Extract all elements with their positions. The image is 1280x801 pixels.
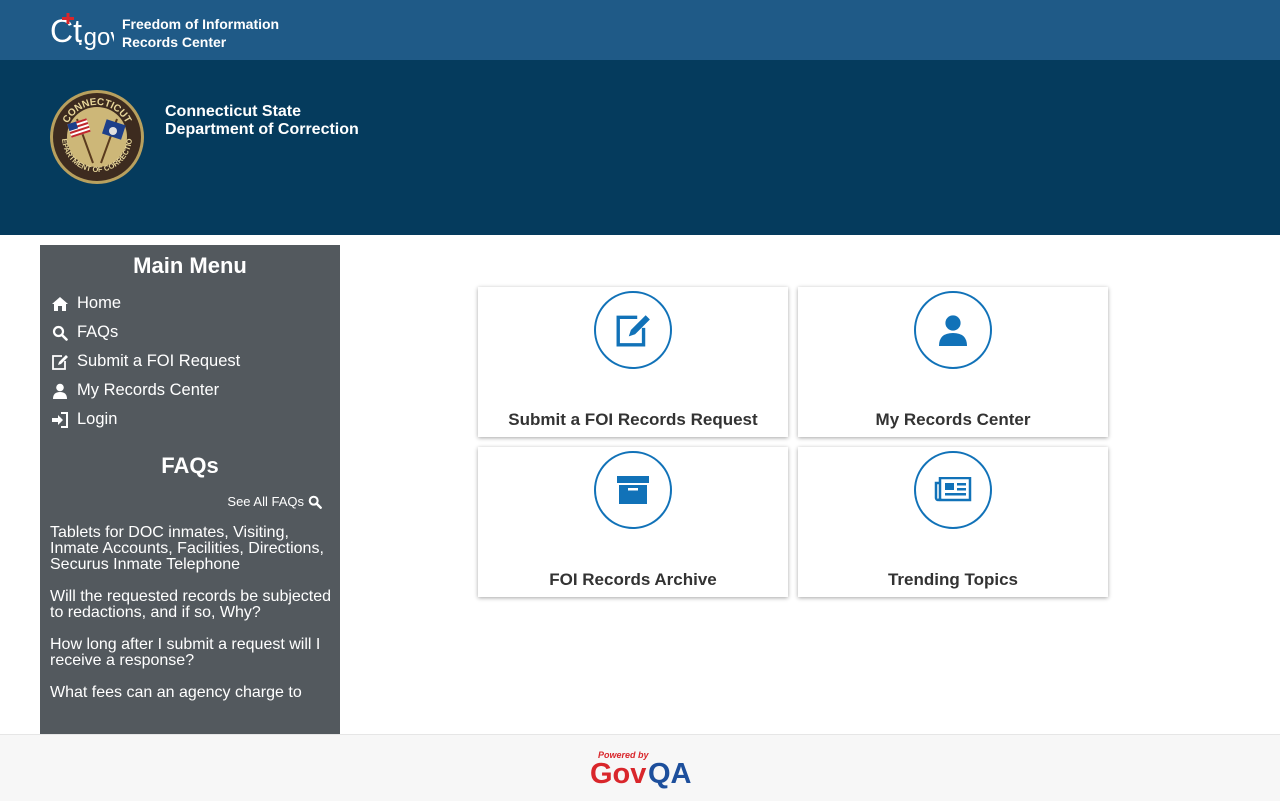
edit-icon: [50, 353, 70, 371]
menu-item-faqs[interactable]: FAQs: [50, 318, 240, 347]
menu-item-label: Login: [77, 410, 118, 428]
footer: Powered by Gov QA: [0, 734, 1280, 801]
main-menu-title: Main Menu: [133, 253, 247, 278]
menu-item-home[interactable]: Home: [50, 289, 240, 318]
user-icon: [50, 382, 70, 400]
faqs-title: FAQs: [161, 453, 219, 478]
user-icon: [914, 291, 992, 369]
search-icon: [50, 324, 70, 342]
menu-item-login[interactable]: Login: [50, 405, 240, 434]
site-title[interactable]: Freedom of Information Records Center: [122, 15, 279, 51]
site-title-line2: Records Center: [122, 34, 227, 50]
menu-item-my-records[interactable]: My Records Center: [50, 376, 240, 405]
svg-text:Gov: Gov: [590, 758, 646, 789]
sidebar: Main Menu Home FAQs Submit a FOI Request…: [40, 245, 340, 735]
search-icon: [308, 495, 322, 509]
faq-item[interactable]: Tablets for DOC inmates, Visiting, Inmat…: [50, 525, 335, 573]
edit-icon: [594, 291, 672, 369]
ct-gov-logo[interactable]: Ct .gov: [48, 12, 114, 52]
agency-name-line2: Department of Correction: [165, 121, 359, 138]
tile-label: Trending Topics: [887, 570, 1019, 589]
faq-item[interactable]: How long after I submit a request will I…: [50, 637, 335, 669]
svg-text:.gov: .gov: [77, 24, 114, 51]
tile-submit-foi-request[interactable]: Submit a FOI Records Request: [478, 287, 788, 437]
top-bar: Ct .gov Freedom of Information Records C…: [0, 0, 1280, 60]
agency-name-line1: Connecticut State: [165, 103, 302, 120]
agency-banner: [0, 60, 1280, 235]
site-title-line1: Freedom of Information: [122, 16, 280, 32]
faq-item[interactable]: Will the requested records be subjected …: [50, 589, 335, 621]
tile-label: My Records Center: [875, 410, 1031, 429]
menu-item-label: My Records Center: [77, 381, 220, 399]
faq-item[interactable]: What fees can an agency charge to: [50, 685, 335, 701]
menu-item-label: FAQs: [77, 323, 119, 341]
menu-item-label: Submit a FOI Request: [77, 352, 241, 370]
tile-foi-records-archive[interactable]: FOI Records Archive: [478, 447, 788, 597]
home-icon: [50, 295, 70, 313]
agency-name: Connecticut State Department of Correcti…: [165, 103, 359, 139]
newspaper-icon: [914, 451, 992, 529]
tile-my-records-center[interactable]: My Records Center: [798, 287, 1108, 437]
see-all-faqs-label: See All FAQs: [227, 494, 304, 509]
main-menu: Home FAQs Submit a FOI Request My Record…: [50, 289, 240, 434]
tile-label: FOI Records Archive: [549, 570, 717, 589]
govqa-logo[interactable]: Powered by Gov QA: [590, 749, 692, 794]
menu-item-submit-foi[interactable]: Submit a FOI Request: [50, 347, 240, 376]
archive-box-icon: [594, 451, 672, 529]
tile-label: Submit a FOI Records Request: [508, 410, 758, 429]
login-icon: [50, 411, 70, 429]
menu-item-label: Home: [77, 294, 122, 312]
svg-text:QA: QA: [648, 758, 692, 789]
department-seal: CONNECTICUT DEPARTMENT OF CORRECTION: [46, 82, 145, 190]
see-all-faqs-link[interactable]: See All FAQs: [227, 494, 322, 509]
tile-trending-topics[interactable]: Trending Topics: [798, 447, 1108, 597]
faq-list: Tablets for DOC inmates, Visiting, Inmat…: [50, 525, 335, 717]
